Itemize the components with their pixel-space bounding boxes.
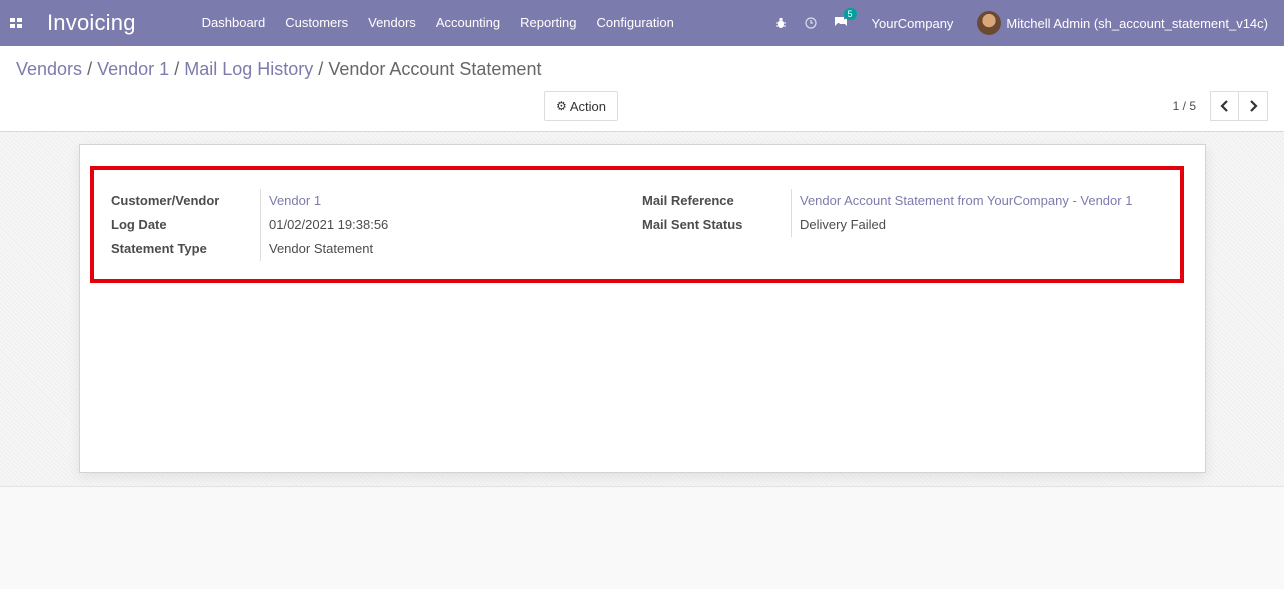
- log-date-label: Log Date: [111, 217, 167, 232]
- breadcrumb: Vendors / Vendor 1 / Mail Log History / …: [16, 59, 541, 80]
- pager-next-button[interactable]: [1239, 91, 1268, 121]
- menu-accounting[interactable]: Accounting: [426, 0, 510, 46]
- menu-vendors[interactable]: Vendors: [358, 0, 426, 46]
- mail-reference-value[interactable]: Vendor Account Statement from YourCompan…: [791, 189, 1132, 213]
- mail-sent-status-label: Mail Sent Status: [642, 217, 743, 232]
- gear-icon: ⚙: [556, 99, 567, 113]
- field-row: Mail Reference Vendor Account Statement …: [642, 189, 1132, 213]
- user-menu[interactable]: Mitchell Admin (sh_account_statement_v14…: [1006, 16, 1268, 31]
- breadcrumb-vendor-1[interactable]: Vendor 1: [97, 59, 169, 79]
- top-navbar: Invoicing Dashboard Customers Vendors Ac…: [0, 0, 1284, 46]
- bug-icon[interactable]: [774, 16, 788, 30]
- mail-reference-label: Mail Reference: [642, 193, 734, 208]
- mail-sent-status-value: Delivery Failed: [791, 213, 886, 237]
- chevron-left-icon: [1219, 100, 1228, 112]
- field-row: Statement Type Vendor Statement: [111, 237, 388, 261]
- breadcrumb-current: Vendor Account Statement: [328, 59, 542, 79]
- apps-icon[interactable]: [10, 18, 22, 28]
- breadcrumb-separator: /: [318, 59, 324, 79]
- systray: 5 YourCompany Mitchell Admin (sh_account…: [766, 0, 1284, 46]
- customer-vendor-label: Customer/Vendor: [111, 193, 220, 208]
- main-menu: Dashboard Customers Vendors Accounting R…: [192, 0, 684, 46]
- action-button[interactable]: ⚙ Action: [544, 91, 618, 121]
- app-name[interactable]: Invoicing: [47, 10, 136, 36]
- breadcrumb-vendors[interactable]: Vendors: [16, 59, 82, 79]
- log-date-value: 01/02/2021 19:38:56: [260, 213, 388, 237]
- action-label: Action: [569, 98, 606, 114]
- field-row: Log Date 01/02/2021 19:38:56: [111, 213, 388, 237]
- control-panel: Vendors / Vendor 1 / Mail Log History / …: [0, 46, 1284, 132]
- breadcrumb-separator: /: [174, 59, 180, 79]
- chat-count-badge: 5: [843, 7, 857, 20]
- customer-vendor-value[interactable]: Vendor 1: [260, 189, 321, 213]
- chat-button[interactable]: 5: [834, 7, 857, 31]
- form-view: Customer/Vendor Vendor 1 Log Date 01/02/…: [0, 132, 1284, 487]
- avatar[interactable]: [977, 11, 1002, 35]
- form-sheet: Customer/Vendor Vendor 1 Log Date 01/02/…: [79, 144, 1206, 473]
- field-row: Customer/Vendor Vendor 1: [111, 189, 388, 213]
- clock-icon[interactable]: [804, 16, 818, 30]
- right-field-group: Mail Reference Vendor Account Statement …: [642, 189, 1132, 237]
- company-switcher[interactable]: YourCompany: [872, 16, 954, 31]
- menu-reporting[interactable]: Reporting: [510, 0, 586, 46]
- chevron-right-icon: [1250, 100, 1258, 112]
- statement-type-label: Statement Type: [111, 241, 207, 256]
- pager-previous-button[interactable]: [1210, 91, 1239, 121]
- menu-dashboard[interactable]: Dashboard: [192, 0, 276, 46]
- field-row: Mail Sent Status Delivery Failed: [642, 213, 1132, 237]
- left-field-group: Customer/Vendor Vendor 1 Log Date 01/02/…: [111, 189, 388, 261]
- breadcrumb-mail-log-history[interactable]: Mail Log History: [184, 59, 313, 79]
- pager: 1 / 5: [1173, 91, 1268, 121]
- breadcrumb-separator: /: [87, 59, 93, 79]
- pager-value[interactable]: 1 / 5: [1173, 99, 1196, 113]
- menu-customers[interactable]: Customers: [275, 0, 358, 46]
- menu-configuration[interactable]: Configuration: [587, 0, 684, 46]
- statement-type-value: Vendor Statement: [260, 237, 373, 261]
